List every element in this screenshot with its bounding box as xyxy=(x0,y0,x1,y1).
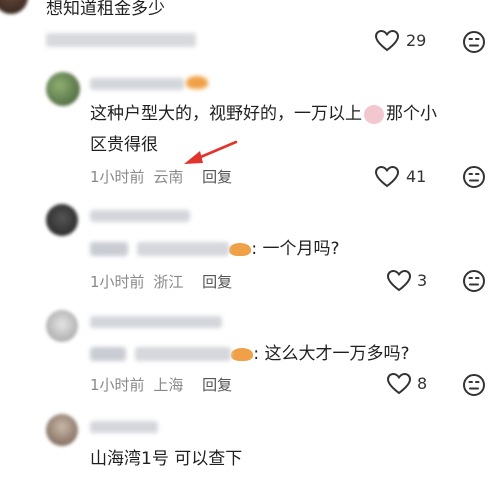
reply-to-redacted xyxy=(90,347,126,361)
comment-meta: 1小时前 云南 回复 xyxy=(90,166,232,187)
username-redacted[interactable] xyxy=(90,210,190,222)
heart-icon[interactable] xyxy=(386,372,412,396)
emoji-badge xyxy=(186,76,208,89)
username-redacted[interactable] xyxy=(90,78,184,90)
dislike-icon[interactable] xyxy=(462,269,486,293)
username-redacted[interactable] xyxy=(90,316,222,328)
comment-meta-redacted xyxy=(46,33,196,47)
username-redacted[interactable] xyxy=(90,421,158,433)
comment-text: 山海湾1号 可以查下 xyxy=(90,449,243,469)
emoji-badge xyxy=(229,242,252,256)
timestamp: 1小时前 xyxy=(90,273,145,291)
comment-meta: 1小时前 浙江 回复 xyxy=(90,271,232,292)
like-count: 41 xyxy=(406,167,427,186)
location: 上海 xyxy=(153,376,184,394)
avatar[interactable] xyxy=(46,72,80,106)
dislike-icon[interactable] xyxy=(462,165,486,189)
location: 云南 xyxy=(153,168,184,186)
reply-button[interactable]: 回复 xyxy=(202,168,232,186)
reply-to-redacted xyxy=(90,242,128,256)
comment-text: : 一个月吗? xyxy=(251,239,340,259)
reply-button[interactable]: 回复 xyxy=(202,376,232,394)
like-count: 29 xyxy=(406,31,427,50)
comment-text-line1: 这种户型大的，视野好的，一万以上 xyxy=(90,104,362,124)
dislike-icon[interactable] xyxy=(462,30,486,54)
location: 浙江 xyxy=(153,273,184,291)
like-count: 3 xyxy=(417,271,428,290)
avatar[interactable] xyxy=(46,414,78,446)
emoji-badge xyxy=(231,347,254,361)
comment-text: : 这么大才一万多吗? xyxy=(253,344,410,364)
heart-icon[interactable] xyxy=(374,165,400,189)
comment-line: : 这么大才一万多吗? xyxy=(90,341,410,368)
username-redacted xyxy=(137,242,230,256)
red-arrow-annotation xyxy=(184,140,238,164)
comment-text-cont: 那个小 xyxy=(386,104,437,124)
heart-icon[interactable] xyxy=(386,269,412,293)
timestamp: 1小时前 xyxy=(90,168,145,186)
comment-text-line2: 区贵得很 xyxy=(90,135,158,155)
comment-text: 想知道租金多少 xyxy=(46,0,165,19)
like-count: 8 xyxy=(417,374,428,393)
timestamp: 1小时前 xyxy=(90,376,145,394)
heart-icon[interactable] xyxy=(374,29,400,53)
reply-button[interactable]: 回复 xyxy=(202,273,232,291)
comment-meta: 1小时前 上海 回复 xyxy=(90,374,232,395)
comment-text: 这种户型大的，视野好的，一万以上 那个小 xyxy=(90,101,437,128)
dislike-icon[interactable] xyxy=(462,373,486,397)
avatar[interactable] xyxy=(46,204,78,236)
username-redacted xyxy=(135,347,232,361)
avatar[interactable] xyxy=(0,0,28,14)
avatar[interactable] xyxy=(46,310,78,342)
crying-emoji-icon xyxy=(364,104,384,124)
comment-line: : 一个月吗? xyxy=(90,236,340,263)
